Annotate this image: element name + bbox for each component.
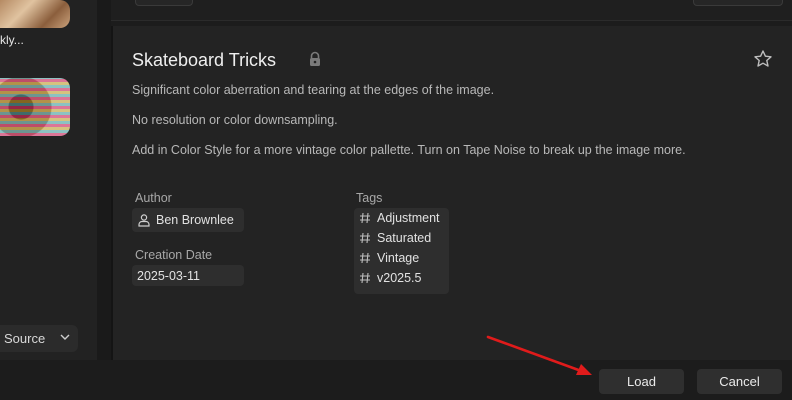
source-dropdown-label: Source (4, 331, 46, 346)
hash-icon (360, 232, 370, 244)
tag-label: Saturated (377, 231, 432, 245)
user-icon (138, 214, 150, 227)
tag-label: Vintage (377, 251, 420, 265)
chevron-down-icon (60, 334, 70, 340)
panel-divider (97, 0, 111, 360)
tags-label: Tags (356, 191, 383, 205)
toolbar-button[interactable] (693, 0, 783, 6)
author-name: Ben Brownlee (156, 213, 234, 227)
creation-date-value: 2025-03-11 (132, 265, 244, 286)
preset-description-line: Significant color aberration and tearing… (132, 83, 495, 97)
preset-detail-panel: Skateboard Tricks Significant color aber… (111, 26, 792, 360)
favorite-star-icon[interactable] (753, 49, 773, 69)
preset-description-line: No resolution or color downsampling. (132, 113, 338, 127)
preset-sidebar: kly... Source (0, 0, 97, 360)
preset-thumbnail[interactable] (0, 0, 70, 28)
toolbar-button[interactable] (135, 0, 193, 6)
preset-thumbnail[interactable] (0, 78, 70, 136)
cancel-button[interactable]: Cancel (697, 369, 782, 394)
tag-label: v2025.5 (377, 271, 422, 285)
author-label: Author (135, 191, 172, 205)
tags-list: Adjustment Saturated Vintage v2025.5 (354, 208, 449, 294)
annotation-arrow-icon (486, 335, 592, 375)
hash-icon (360, 272, 370, 284)
preset-title: Skateboard Tricks (132, 50, 277, 70)
source-dropdown[interactable]: Source (0, 325, 78, 352)
hash-icon (360, 212, 370, 224)
tag-item: Saturated (359, 231, 431, 245)
author-chip: Ben Brownlee (132, 208, 244, 232)
top-toolbar (111, 0, 792, 21)
tag-label: Adjustment (377, 211, 440, 225)
lock-icon (310, 51, 320, 66)
preset-description-line: Add in Color Style for a more vintage co… (132, 143, 686, 157)
tag-item: Adjustment (359, 211, 440, 225)
preset-thumbnail-label: kly... (0, 33, 24, 47)
tag-item: v2025.5 (359, 271, 421, 285)
creation-date-label: Creation Date (135, 248, 213, 262)
hash-icon (360, 252, 370, 264)
tag-item: Vintage (359, 251, 419, 265)
load-button[interactable]: Load (599, 369, 684, 394)
